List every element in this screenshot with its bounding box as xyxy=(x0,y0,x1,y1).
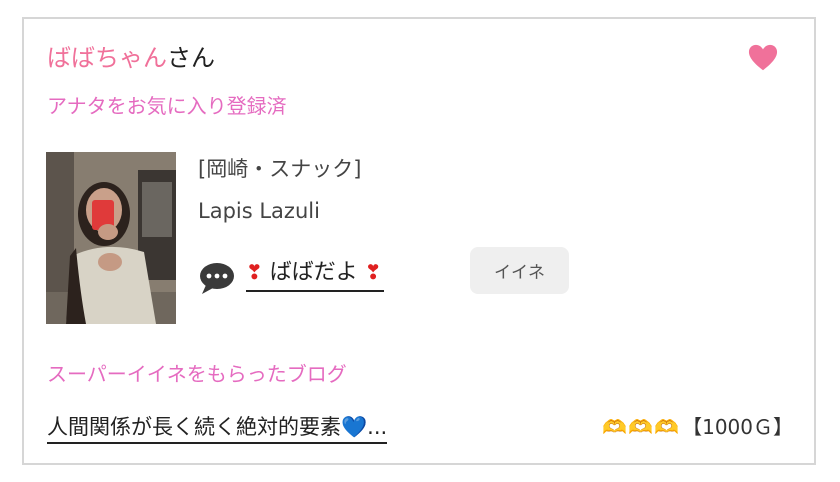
reward: 🫶🫶🫶 【1000Ｇ】 xyxy=(602,412,793,442)
blog-title-text: 人間関係が長く続く絶対的要素 xyxy=(47,415,341,439)
profile-photo-image xyxy=(46,152,176,324)
favorite-status: アナタをお気に入り登録済 xyxy=(47,94,287,118)
user-name-line: ばばちゃんさん xyxy=(47,41,215,75)
user-photo[interactable] xyxy=(46,152,176,324)
reward-amount: 【1000Ｇ】 xyxy=(682,415,793,439)
honorific-suffix: さん xyxy=(167,44,215,72)
like-button[interactable]: イイネ xyxy=(470,247,569,294)
user-name-link[interactable]: ばばちゃん xyxy=(47,44,167,72)
heart-hands-icon: 🫶🫶🫶 xyxy=(602,415,681,439)
super-like-blog-heading: スーパーイイネをもらったブログ xyxy=(47,362,347,386)
heart-exclamation-icon: ❣ xyxy=(364,260,382,284)
message-link[interactable]: ❣ ばばだよ ❣ xyxy=(246,257,384,292)
blue-heart-icon: 💙 xyxy=(341,415,368,439)
shop-info: [岡崎・スナック] Lapis Lazuli xyxy=(198,154,361,226)
gift-notification-card: ばばちゃんさん アナタをお気に入り登録済 [岡崎・スナック] Lapis Laz… xyxy=(22,17,816,465)
shop-name[interactable]: Lapis Lazuli xyxy=(198,196,361,226)
heart-icon[interactable] xyxy=(748,43,778,73)
blog-title-link[interactable]: 人間関係が長く続く絶対的要素💙... xyxy=(47,412,388,444)
blog-row: 人間関係が長く続く絶対的要素💙... 🫶🫶🫶 【1000Ｇ】 xyxy=(47,412,793,446)
speech-bubble-icon xyxy=(200,263,234,294)
message-text: ばばだよ xyxy=(269,260,358,285)
heart-exclamation-icon: ❣ xyxy=(246,260,263,284)
shop-category: [岡崎・スナック] xyxy=(198,157,362,181)
blog-title-ellipsis: ... xyxy=(367,415,388,439)
